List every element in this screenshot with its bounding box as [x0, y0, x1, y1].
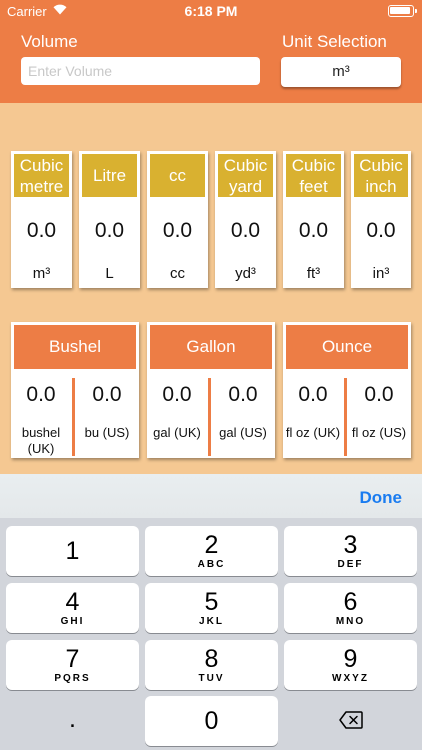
- card-unit: cc: [170, 265, 185, 282]
- card-cubic-metre: Cubic metre 0.0 m³: [11, 151, 72, 288]
- battery-icon: [388, 5, 417, 17]
- card-litre: Litre 0.0 L: [79, 151, 140, 288]
- key-6[interactable]: 6 MNO: [284, 583, 417, 633]
- status-bar: Carrier 6:18 PM: [0, 0, 422, 22]
- card-half-left: 0.0 gal (UK): [147, 378, 207, 441]
- card-cubic-yard: Cubic yard 0.0 yd³: [215, 151, 276, 288]
- card-half-right: 0.0 fl oz (US): [349, 378, 409, 441]
- card-unit: ft³: [306, 265, 321, 282]
- key-5[interactable]: 5 JKL: [145, 583, 278, 633]
- key-2[interactable]: 2 ABC: [145, 526, 278, 576]
- card-title: Cubic feet: [286, 154, 341, 197]
- card-divider: [72, 378, 75, 456]
- card-half-left: 0.0 fl oz (UK): [283, 378, 343, 441]
- number-pad: 1 2 ABC 3 DEF 4 GHI 5 JKL 6 MNO 7 PQRS 8…: [0, 518, 422, 750]
- card-unit: fl oz (US): [351, 425, 407, 440]
- card-value: 0.0: [26, 219, 57, 242]
- card-unit: gal (US): [219, 425, 267, 440]
- card-title: Litre: [82, 154, 137, 197]
- card-value: 0.0: [228, 383, 258, 406]
- card-divider: [208, 378, 211, 456]
- card-title: Cubic inch: [354, 154, 408, 197]
- card-divider: [344, 378, 347, 456]
- card-value: 0.0: [364, 383, 394, 406]
- card-title: Bushel: [14, 325, 136, 369]
- card-value: 0.0: [230, 219, 261, 242]
- card-cubic-inch: Cubic inch 0.0 in³: [351, 151, 411, 288]
- header-bar: Carrier 6:18 PM Volume Unit Selection m³: [0, 0, 422, 103]
- key-0[interactable]: 0: [145, 696, 278, 746]
- card-value: 0.0: [162, 219, 193, 242]
- unit-selection-button[interactable]: m³: [281, 57, 401, 87]
- card-title: Gallon: [150, 325, 272, 369]
- key-4[interactable]: 4 GHI: [6, 583, 139, 633]
- card-ounce: Ounce 0.0 fl oz (UK) 0.0 fl oz (US): [283, 322, 411, 458]
- card-unit: L: [105, 265, 114, 282]
- card-half-left: 0.0 bushel (UK): [11, 378, 71, 457]
- volume-input[interactable]: [21, 57, 260, 85]
- card-title: Cubic yard: [218, 154, 273, 197]
- card-bushel: Bushel 0.0 bushel (UK) 0.0 bu (US): [11, 322, 139, 458]
- card-value: 0.0: [162, 383, 192, 406]
- key-3[interactable]: 3 DEF: [284, 526, 417, 576]
- card-unit: m³: [32, 265, 51, 282]
- card-unit: in³: [372, 265, 390, 282]
- card-value: 0.0: [366, 219, 396, 242]
- key-8[interactable]: 8 TUV: [145, 640, 278, 690]
- card-unit: gal (UK): [153, 425, 201, 440]
- unit-selection-label: Unit Selection: [282, 32, 387, 51]
- delete-key[interactable]: [284, 696, 417, 746]
- card-title: Cubic metre: [14, 154, 69, 197]
- card-half-right: 0.0 bu (US): [77, 378, 137, 441]
- key-1[interactable]: 1: [6, 526, 139, 576]
- card-title: cc: [150, 154, 205, 197]
- key-7[interactable]: 7 PQRS: [6, 640, 139, 690]
- card-unit: yd³: [235, 265, 256, 282]
- done-button[interactable]: Done: [360, 488, 403, 508]
- card-unit: bushel (UK): [21, 425, 61, 456]
- card-gallon: Gallon 0.0 gal (UK) 0.0 gal (US): [147, 322, 275, 458]
- card-value: 0.0: [26, 383, 56, 406]
- card-title: Ounce: [286, 325, 408, 369]
- keyboard-toolbar: Done: [0, 474, 422, 518]
- card-unit: bu (US): [84, 425, 130, 440]
- backspace-icon: [339, 711, 363, 729]
- card-value: 0.0: [92, 383, 122, 406]
- card-value: 0.0: [298, 383, 328, 406]
- volume-label: Volume: [21, 32, 78, 51]
- card-cubic-feet: Cubic feet 0.0 ft³: [283, 151, 344, 288]
- key-decimal[interactable]: .: [6, 696, 139, 746]
- card-cc: cc 0.0 cc: [147, 151, 208, 288]
- card-value: 0.0: [298, 219, 329, 242]
- clock-label: 6:18 PM: [184, 3, 238, 19]
- card-value: 0.0: [94, 219, 125, 242]
- card-unit: fl oz (UK): [285, 425, 341, 440]
- key-9[interactable]: 9 WXYZ: [284, 640, 417, 690]
- card-half-right: 0.0 gal (US): [213, 378, 273, 441]
